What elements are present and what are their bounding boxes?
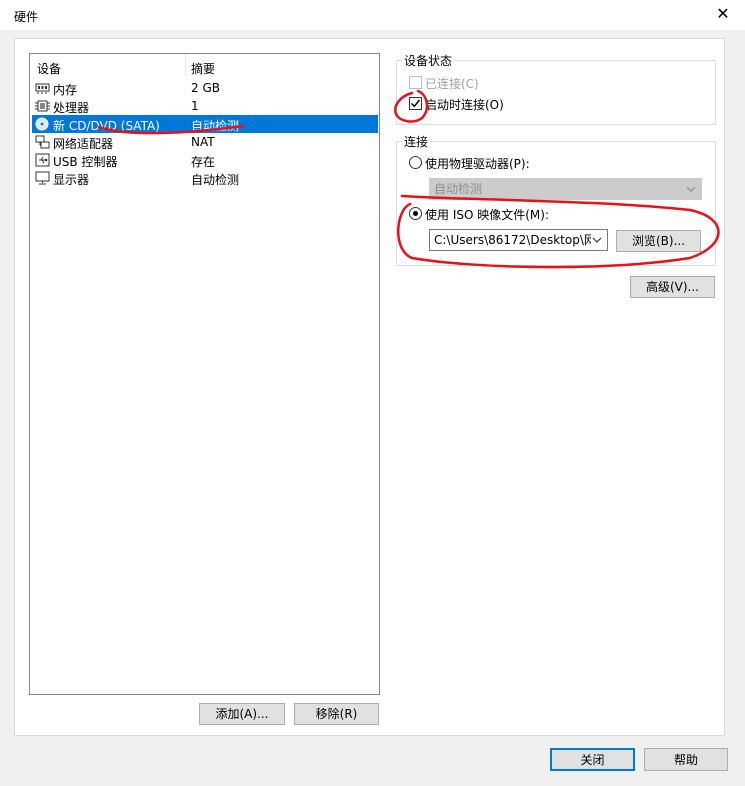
list-item-network-adapter[interactable]: 网络适配器 NAT <box>32 133 378 151</box>
connect-at-power-on-label: 启动时连接(O) <box>425 98 504 112</box>
iso-image-label: 使用 ISO 映像文件(M): <box>425 208 549 222</box>
title-bar: 硬件 ✕ <box>0 0 745 30</box>
column-header-summary[interactable]: 摘要 <box>191 60 215 77</box>
chevron-down-icon <box>591 230 603 250</box>
add-device-button[interactable]: 添加(A)... <box>199 703 285 725</box>
device-name: 网络适配器 <box>53 137 114 151</box>
network-adapter-icon <box>35 135 50 149</box>
iso-image-radio[interactable] <box>409 207 422 220</box>
display-icon <box>35 171 50 185</box>
iso-path-select[interactable]: C:\Users\86172\Desktop\网 <box>429 229 608 251</box>
list-item-usb-controller[interactable]: USB 控制器 存在 <box>32 151 378 169</box>
close-icon[interactable]: ✕ <box>713 4 733 24</box>
device-name: 新 CD/DVD (SATA) <box>53 119 160 133</box>
device-summary: 自动检测 <box>191 173 240 187</box>
close-button[interactable]: 关闭 <box>550 748 635 771</box>
column-header-device[interactable]: 设备 <box>37 60 61 77</box>
physical-drive-label: 使用物理驱动器(P): <box>425 157 530 171</box>
checkmark-icon <box>410 99 421 108</box>
device-name: USB 控制器 <box>53 155 118 169</box>
list-item-cd-dvd[interactable]: 新 CD/DVD (SATA) 自动检测 <box>32 115 378 133</box>
memory-icon <box>35 81 50 95</box>
device-status-group <box>396 60 716 125</box>
help-button[interactable]: 帮助 <box>644 748 728 771</box>
iso-path-value: C:\Users\86172\Desktop\网 <box>434 233 596 247</box>
physical-drive-value: 自动检测 <box>434 182 483 196</box>
list-item-memory[interactable]: 内存 2 GB <box>32 79 378 97</box>
physical-drive-select[interactable]: 自动检测 <box>429 178 702 200</box>
chevron-down-icon <box>686 186 696 192</box>
usb-controller-icon <box>35 153 50 167</box>
connected-checkbox[interactable] <box>409 76 422 89</box>
connected-label: 已连接(C) <box>425 77 479 91</box>
device-summary: 1 <box>191 99 199 113</box>
connect-at-power-on-checkbox[interactable] <box>409 97 422 110</box>
connection-label: 连接 <box>402 133 431 150</box>
device-name: 显示器 <box>53 173 90 187</box>
advanced-button[interactable]: 高级(V)... <box>630 276 715 298</box>
browse-button[interactable]: 浏览(B)... <box>616 230 701 252</box>
device-name: 处理器 <box>53 101 90 115</box>
device-summary: 2 GB <box>191 81 220 95</box>
processor-icon <box>35 99 50 113</box>
column-divider <box>185 54 186 76</box>
list-item-processor[interactable]: 处理器 1 <box>32 97 378 115</box>
device-name: 内存 <box>53 83 78 97</box>
window-title: 硬件 <box>14 10 39 24</box>
cd-dvd-icon <box>35 117 50 131</box>
device-list[interactable]: 设备 摘要 内存 2 GB 处理器 1 新 CD/DVD (SATA) 自动检测… <box>29 53 380 695</box>
device-status-label: 设备状态 <box>402 52 455 69</box>
device-summary: 自动检测 <box>191 119 240 133</box>
remove-device-button[interactable]: 移除(R) <box>294 703 379 725</box>
list-item-display[interactable]: 显示器 自动检测 <box>32 169 378 187</box>
device-summary: NAT <box>191 135 215 149</box>
device-summary: 存在 <box>191 155 216 169</box>
physical-drive-radio[interactable] <box>409 156 422 169</box>
